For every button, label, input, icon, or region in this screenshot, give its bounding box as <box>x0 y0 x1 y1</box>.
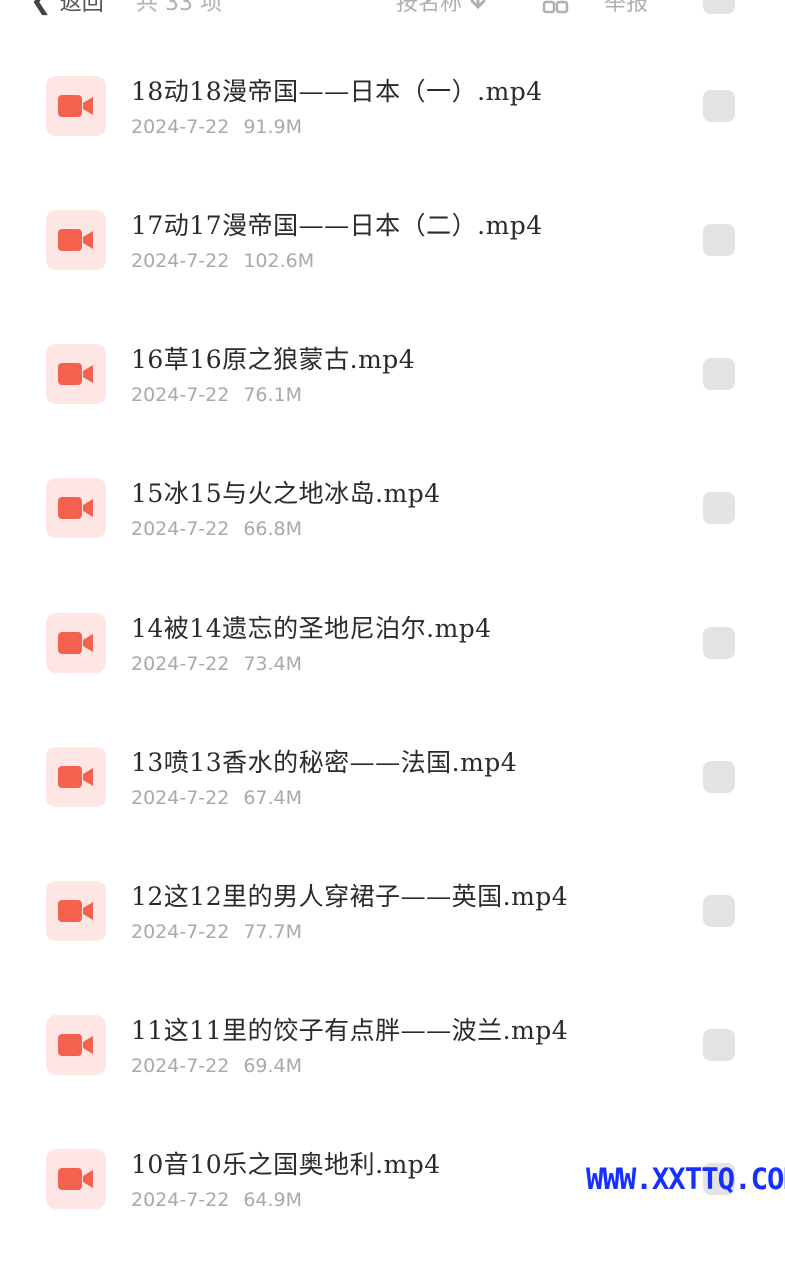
file-size: 67.4M <box>243 787 303 809</box>
file-meta: 2024-7-22 64.9M <box>131 1189 302 1211</box>
file-meta: 2024-7-22 91.9M <box>131 116 302 138</box>
file-meta: 2024-7-22 77.7M <box>131 921 302 943</box>
select-all-checkbox[interactable] <box>703 0 735 14</box>
file-size: 66.8M <box>243 518 303 540</box>
video-file-icon <box>46 881 106 941</box>
sort-button[interactable]: 按名称 <box>396 0 488 18</box>
file-date: 2024-7-22 <box>131 250 230 272</box>
file-name[interactable]: 18动18漫帝国——日本（一）.mp4 <box>131 72 543 108</box>
video-camera-icon <box>58 497 93 519</box>
video-file-icon <box>46 478 106 538</box>
sort-label: 按名称 <box>396 0 463 16</box>
watermark: WWW.XXTTQ.COM <box>586 1162 785 1196</box>
grid-view-icon[interactable] <box>542 0 570 18</box>
video-file-icon <box>46 613 106 673</box>
select-checkbox[interactable] <box>703 492 735 524</box>
file-size: 64.9M <box>243 1189 303 1211</box>
video-camera-icon <box>58 1168 93 1190</box>
file-date: 2024-7-22 <box>131 1189 230 1211</box>
file-list-item[interactable]: 11这11里的饺子有点胖——波兰.mp4 2024-7-22 69.4M <box>0 1015 785 1149</box>
arrow-down-icon <box>470 0 486 10</box>
video-camera-icon <box>58 1034 93 1056</box>
select-checkbox[interactable] <box>703 761 735 793</box>
file-date: 2024-7-22 <box>131 116 230 138</box>
file-date: 2024-7-22 <box>131 653 230 675</box>
back-label: 返回 <box>59 0 104 16</box>
file-name[interactable]: 10音10乐之国奥地利.mp4 <box>131 1145 441 1181</box>
file-name[interactable]: 16草16原之狼蒙古.mp4 <box>131 340 415 376</box>
file-meta: 2024-7-22 102.6M <box>131 250 314 272</box>
file-list-item[interactable]: 12这12里的男人穿裙子——英国.mp4 2024-7-22 77.7M <box>0 881 785 1015</box>
select-checkbox[interactable] <box>703 90 735 122</box>
file-list-item[interactable]: 15冰15与火之地冰岛.mp4 2024-7-22 66.8M <box>0 478 785 612</box>
video-camera-icon <box>58 229 93 251</box>
select-checkbox[interactable] <box>703 627 735 659</box>
file-size: 76.1M <box>243 384 303 406</box>
file-meta: 2024-7-22 73.4M <box>131 653 302 675</box>
file-date: 2024-7-22 <box>131 787 230 809</box>
file-list-item[interactable]: 16草16原之狼蒙古.mp4 2024-7-22 76.1M <box>0 344 785 478</box>
file-meta: 2024-7-22 66.8M <box>131 518 302 540</box>
report-button[interactable]: 举报 <box>604 0 648 18</box>
video-camera-icon <box>58 363 93 385</box>
file-name[interactable]: 17动17漫帝国——日本（二）.mp4 <box>131 206 543 242</box>
file-name[interactable]: 14被14遗忘的圣地尼泊尔.mp4 <box>131 609 492 645</box>
video-file-icon <box>46 344 106 404</box>
file-size: 91.9M <box>243 116 303 138</box>
select-checkbox[interactable] <box>703 224 735 256</box>
video-file-icon <box>46 747 106 807</box>
file-name[interactable]: 15冰15与火之地冰岛.mp4 <box>131 474 441 510</box>
select-checkbox[interactable] <box>703 895 735 927</box>
file-list-item[interactable]: 17动17漫帝国——日本（二）.mp4 2024-7-22 102.6M <box>0 210 785 344</box>
select-checkbox[interactable] <box>703 1029 735 1061</box>
top-toolbar: ❮ 返回 共 33 项 按名称 举报 <box>0 0 785 20</box>
file-size: 69.4M <box>243 1055 303 1077</box>
file-size: 102.6M <box>243 250 315 272</box>
back-button[interactable]: ❮ 返回 <box>30 0 104 18</box>
file-list-item[interactable]: 13喷13香水的秘密——法国.mp4 2024-7-22 67.4M <box>0 747 785 881</box>
file-date: 2024-7-22 <box>131 921 230 943</box>
file-name[interactable]: 11这11里的饺子有点胖——波兰.mp4 <box>131 1011 568 1047</box>
file-list-item[interactable]: 18动18漫帝国——日本（一）.mp4 2024-7-22 91.9M <box>0 76 785 210</box>
file-meta: 2024-7-22 67.4M <box>131 787 302 809</box>
video-file-icon <box>46 210 106 270</box>
file-meta: 2024-7-22 69.4M <box>131 1055 302 1077</box>
video-camera-icon <box>58 95 93 117</box>
file-date: 2024-7-22 <box>131 518 230 540</box>
video-file-icon <box>46 1015 106 1075</box>
video-file-icon <box>46 76 106 136</box>
file-list-item[interactable]: 14被14遗忘的圣地尼泊尔.mp4 2024-7-22 73.4M <box>0 613 785 747</box>
video-camera-icon <box>58 632 93 654</box>
file-name[interactable]: 13喷13香水的秘密——法国.mp4 <box>131 743 517 779</box>
chevron-left-icon: ❮ <box>30 0 52 16</box>
video-camera-icon <box>58 900 93 922</box>
file-date: 2024-7-22 <box>131 1055 230 1077</box>
file-date: 2024-7-22 <box>131 384 230 406</box>
file-name[interactable]: 12这12里的男人穿裙子——英国.mp4 <box>131 877 568 913</box>
file-meta: 2024-7-22 76.1M <box>131 384 302 406</box>
file-size: 77.7M <box>243 921 303 943</box>
file-size: 73.4M <box>243 653 303 675</box>
item-count: 共 33 项 <box>136 0 222 16</box>
video-file-icon <box>46 1149 106 1209</box>
video-camera-icon <box>58 766 93 788</box>
select-checkbox[interactable] <box>703 358 735 390</box>
